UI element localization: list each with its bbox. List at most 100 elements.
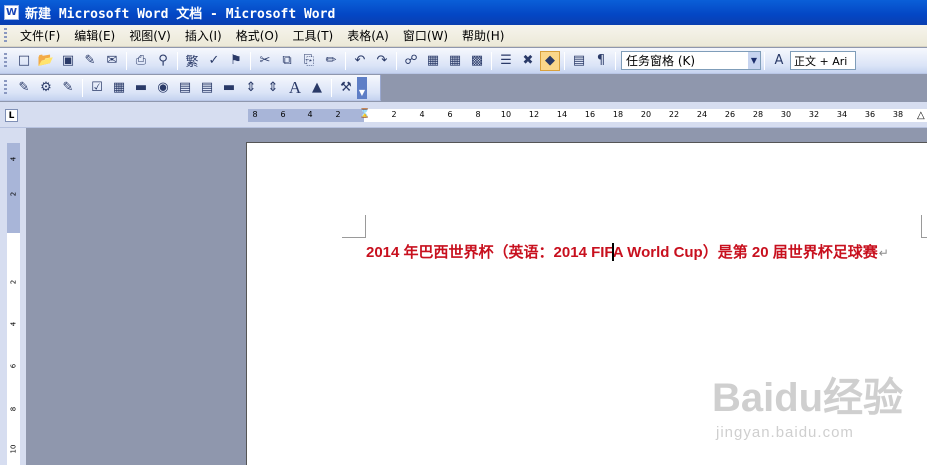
combobox-icon[interactable]: ▤ — [197, 78, 217, 98]
styles-icon[interactable]: A — [769, 51, 789, 71]
checkbox-icon[interactable]: ☑ — [87, 78, 107, 98]
menu-window[interactable]: 窗口(W) — [396, 26, 455, 45]
paste-icon[interactable]: ⎘ — [299, 51, 319, 71]
separator — [345, 51, 346, 70]
permission-icon[interactable]: ✎ — [80, 51, 100, 71]
insert-excel-icon[interactable]: ▩ — [467, 51, 487, 71]
toolbar-grip[interactable] — [4, 52, 7, 69]
properties-icon[interactable]: ⚙ — [36, 78, 56, 98]
undo-icon[interactable]: ↶ — [350, 51, 370, 71]
ruler-tick: 4 — [419, 110, 425, 119]
horizontal-ruler-strip: L 8 6 4 2 2 4 6 8 10 12 14 16 18 20 22 2… — [0, 102, 927, 128]
ruler-tick: 16 — [584, 110, 596, 119]
email-icon[interactable]: ✉ — [102, 51, 122, 71]
ruler-tick: 32 — [808, 110, 820, 119]
drawing-icon[interactable]: ✖ — [518, 51, 538, 71]
option-button-icon[interactable]: ◉ — [153, 78, 173, 98]
ruler-tick: 8 — [252, 110, 258, 119]
menu-insert[interactable]: 插入(I) — [178, 26, 229, 45]
separator — [491, 51, 492, 70]
print-icon[interactable]: ⎙ — [131, 51, 151, 71]
print-preview-icon[interactable]: ⚲ — [153, 51, 173, 71]
read-icon[interactable]: ▤ — [569, 51, 589, 71]
show-hide-icon[interactable]: ¶ — [591, 51, 611, 71]
separator — [250, 51, 251, 70]
ruler-tick: 26 — [724, 110, 736, 119]
document-map-icon[interactable]: ◆ — [540, 50, 560, 71]
columns-icon[interactable]: ☰ — [496, 51, 516, 71]
menu-grip[interactable] — [4, 27, 7, 44]
new-icon[interactable]: □ — [14, 51, 34, 71]
ruler-tick: 30 — [780, 110, 792, 119]
ruler-tick: 36 — [864, 110, 876, 119]
image-icon[interactable]: ▲ — [307, 78, 327, 98]
word-app-icon[interactable]: W — [4, 5, 19, 20]
traditional-chinese-icon[interactable]: 繁 — [182, 51, 202, 71]
separator — [126, 51, 127, 70]
title-bar: W 新建 Microsoft Word 文档 - Microsoft Word — [0, 0, 927, 25]
open-icon[interactable]: 📂 — [36, 51, 56, 71]
separator — [764, 51, 765, 70]
style-select[interactable]: 正文 + Ari — [790, 51, 856, 70]
ruler-tick: 6 — [447, 110, 453, 119]
ruler-tick: 14 — [556, 110, 568, 119]
ruler-tick: 8 — [9, 406, 18, 412]
spin-button-icon[interactable]: ⇕ — [241, 78, 261, 98]
crop-mark — [342, 237, 366, 238]
menu-help[interactable]: 帮助(H) — [455, 26, 511, 45]
ruler-tick: 4 — [9, 321, 18, 327]
hyperlink-icon[interactable]: ☍ — [401, 51, 421, 71]
label-icon[interactable]: A — [285, 78, 305, 98]
chevron-down-icon[interactable]: ▼ — [748, 52, 760, 69]
paragraph-text[interactable]: 2014 年巴西世界杯（英语：2014 FIFA World Cup）是第 20… — [366, 244, 878, 261]
insert-table-icon[interactable]: ▦ — [445, 51, 465, 71]
menu-edit[interactable]: 编辑(E) — [67, 26, 122, 45]
format-painter-icon[interactable]: ✏ — [321, 51, 341, 71]
menu-table[interactable]: 表格(A) — [340, 26, 396, 45]
ruler-tick: 28 — [752, 110, 764, 119]
toggle-button-icon[interactable]: ▬ — [219, 78, 239, 98]
menu-bar: 文件(F) 编辑(E) 视图(V) 插入(I) 格式(O) 工具(T) 表格(A… — [0, 25, 927, 47]
cut-icon[interactable]: ✂ — [255, 51, 275, 71]
tables-borders-icon[interactable]: ▦ — [423, 51, 443, 71]
design-mode-icon[interactable]: ✎ — [14, 78, 34, 98]
redo-icon[interactable]: ↷ — [372, 51, 392, 71]
copy-icon[interactable]: ⧉ — [277, 51, 297, 71]
menu-tools[interactable]: 工具(T) — [286, 26, 341, 45]
first-line-indent-marker[interactable]: ⌛ — [359, 103, 370, 125]
menu-file[interactable]: 文件(F) — [13, 26, 67, 45]
right-indent-marker[interactable]: △ — [917, 110, 925, 121]
ruler-tick: 2 — [9, 191, 18, 197]
ruler-tick: 12 — [528, 110, 540, 119]
save-icon[interactable]: ▣ — [58, 51, 78, 71]
ruler-tick: 10 — [9, 444, 18, 454]
crop-mark — [921, 237, 927, 238]
textbox-icon[interactable]: ▦ — [109, 78, 129, 98]
document-text[interactable]: 2014 年巴西世界杯（英语：2014 FIFA World Cup）是第 20… — [366, 241, 889, 262]
crop-mark — [365, 215, 366, 237]
task-pane-dropdown[interactable]: 任务窗格 (K) ▼ — [621, 51, 761, 70]
toolbar-options-icon[interactable]: ▼ — [357, 76, 367, 99]
separator — [331, 78, 332, 97]
tab-selector-icon[interactable]: L — [5, 109, 18, 122]
baidu-watermark: Baidu经验 — [712, 376, 904, 420]
view-code-icon[interactable]: ✎ — [58, 78, 78, 98]
menu-format[interactable]: 格式(O) — [229, 26, 286, 45]
horizontal-ruler[interactable]: 8 6 4 2 2 4 6 8 10 12 14 16 18 20 22 24 … — [248, 109, 927, 122]
watermark-url: jingyan.baidu.com — [716, 424, 854, 441]
toolbar-grip[interactable] — [4, 79, 7, 96]
ruler-tick: 24 — [696, 110, 708, 119]
ruler-tick: 2 — [9, 279, 18, 285]
scrollbar-icon[interactable]: ⇕ — [263, 78, 283, 98]
listbox-icon[interactable]: ▤ — [175, 78, 195, 98]
command-button-icon[interactable]: ▬ — [131, 78, 151, 98]
ruler-tick: 2 — [335, 110, 341, 119]
research-icon[interactable]: ⚑ — [226, 51, 246, 71]
spelling-icon[interactable]: ✓ — [204, 51, 224, 71]
vertical-ruler[interactable]: 4 2 2 4 6 8 10 — [7, 143, 20, 465]
menu-view[interactable]: 视图(V) — [122, 26, 178, 45]
window-title: 新建 Microsoft Word 文档 - Microsoft Word — [25, 7, 336, 22]
ruler-tick: 34 — [836, 110, 848, 119]
more-controls-icon[interactable]: ⚒ — [336, 78, 356, 98]
ruler-tick: 4 — [9, 156, 18, 162]
